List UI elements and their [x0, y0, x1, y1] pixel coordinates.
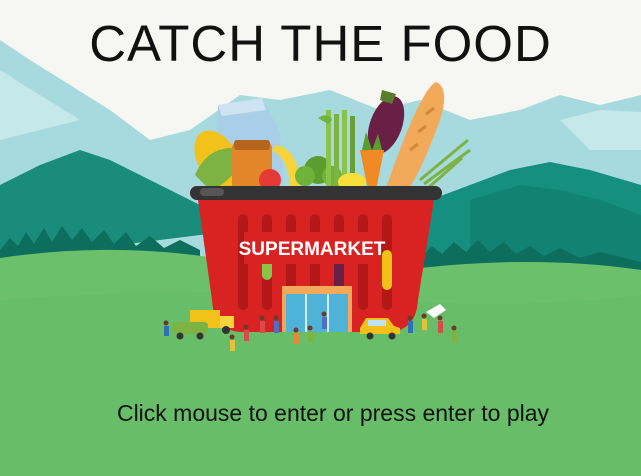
store-sign: SUPERMARKET — [239, 239, 386, 260]
game-title: CATCH THE FOOD — [89, 15, 552, 72]
start-screen[interactable]: SUPERMARKET CATCH THE FOOD Click mouse t… — [0, 0, 641, 476]
start-prompt[interactable]: Click mouse to enter or press enter to p… — [0, 400, 641, 427]
basket-rim — [190, 186, 442, 200]
shopping-basket: SUPERMARKET — [190, 186, 442, 332]
